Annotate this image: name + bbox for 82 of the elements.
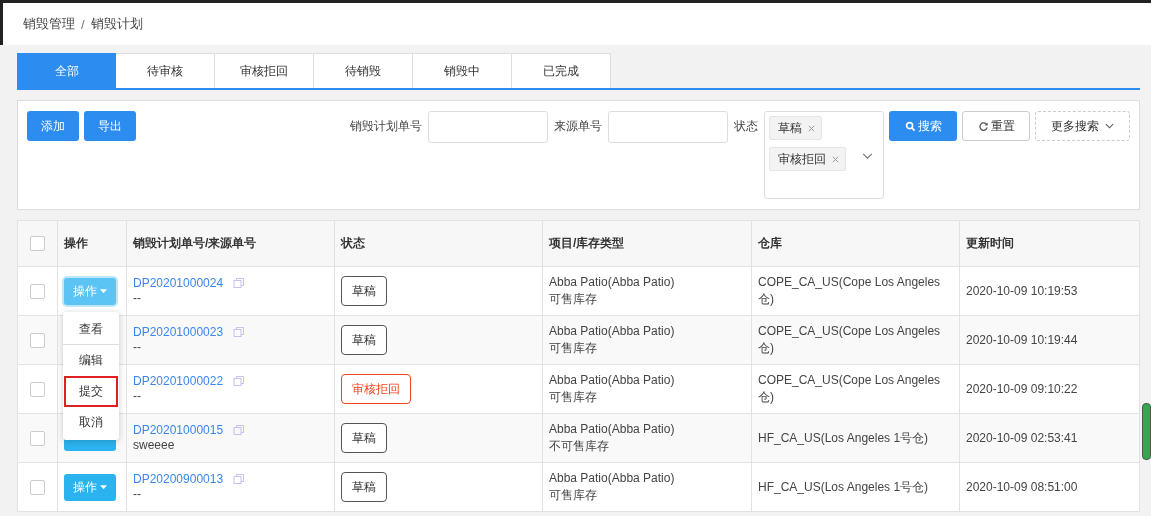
menu-item[interactable]: 取消 xyxy=(63,407,119,438)
caret-icon xyxy=(100,484,107,490)
warehouse-name: COPE_CA_US(Cope Los Angeles 仓) xyxy=(758,372,942,406)
input-field[interactable] xyxy=(428,111,548,143)
chevron-icon xyxy=(1105,123,1114,129)
refresh-icon xyxy=(977,120,989,132)
menu-item[interactable]: 编辑 xyxy=(63,345,119,376)
project-name: Abba Patio(Abba Patio) xyxy=(549,421,676,438)
input-field[interactable] xyxy=(608,111,728,143)
tab[interactable]: 已完成 xyxy=(512,53,611,88)
checkbox[interactable] xyxy=(30,381,45,397)
source-number: -- xyxy=(133,289,142,307)
status-tag: 草稿 xyxy=(341,472,387,502)
copy-icon[interactable] xyxy=(233,276,246,289)
checkbox[interactable] xyxy=(30,430,45,446)
status-tag: 草稿 xyxy=(341,276,387,306)
warehouse-name: HF_CA_US(Los Angeles 1号仓) xyxy=(758,478,930,496)
source-number: sweeee xyxy=(133,436,176,454)
plan-number-link[interactable]: DP20200900013 xyxy=(133,471,224,486)
column-header: 销毁计划单号/来源单号 xyxy=(126,220,335,267)
update-time: 2020-10-09 02:53:41 xyxy=(966,429,1079,447)
menu-item[interactable]: 提交 xyxy=(64,376,118,407)
tab[interactable]: 待审核 xyxy=(116,53,215,88)
plan-number-link[interactable]: DP20201000023 xyxy=(133,324,224,339)
warehouse-name: COPE_CA_US(Cope Los Angeles 仓) xyxy=(758,323,942,357)
tab[interactable]: 审核拒回 xyxy=(215,53,314,88)
status-chip[interactable]: 草稿 xyxy=(769,116,822,140)
source-number: -- xyxy=(133,387,142,405)
column-header: 仓库 xyxy=(751,220,960,267)
field-label: 来源单号 xyxy=(554,118,602,135)
source-number: -- xyxy=(133,485,142,503)
checkbox[interactable] xyxy=(30,332,45,348)
scrollbar[interactable] xyxy=(1142,403,1151,460)
source-number: -- xyxy=(133,338,142,356)
close-icon[interactable] xyxy=(831,154,840,164)
caret-icon xyxy=(100,288,107,294)
breadcrumb-item: 销毁计划 xyxy=(90,15,143,33)
reset-button[interactable]: 重置 xyxy=(962,111,1030,141)
tab[interactable]: 销毁中 xyxy=(413,53,512,88)
copy-icon[interactable] xyxy=(233,374,246,387)
chevron-icon xyxy=(862,153,873,160)
close-icon[interactable] xyxy=(807,123,816,133)
update-time: 2020-10-09 10:19:53 xyxy=(966,282,1079,300)
field-label: 销毁计划单号 xyxy=(350,118,422,135)
copy-icon[interactable] xyxy=(233,325,246,338)
status-select[interactable]: 草稿 审核拒回 xyxy=(764,111,884,199)
tab[interactable]: 待销毁 xyxy=(314,53,413,88)
status-chip[interactable]: 审核拒回 xyxy=(769,147,846,171)
checkbox[interactable] xyxy=(30,283,45,299)
project-name: Abba Patio(Abba Patio) xyxy=(549,323,676,340)
plan-number-link[interactable]: DP20201000022 xyxy=(133,373,224,388)
checkbox[interactable] xyxy=(30,479,45,495)
project-name: Abba Patio(Abba Patio) xyxy=(549,470,676,487)
status-tag: 草稿 xyxy=(341,325,387,355)
search-icon xyxy=(904,120,916,132)
column-header: 项目/库存类型 xyxy=(542,220,752,267)
plan-number-link[interactable]: DP20201000015 xyxy=(133,422,224,437)
project-name: Abba Patio(Abba Patio) xyxy=(549,274,676,291)
stock-type: 可售库存 xyxy=(549,389,598,406)
stock-type: 不可售库存 xyxy=(549,438,610,455)
update-time: 2020-10-09 10:19:44 xyxy=(966,331,1079,349)
project-name: Abba Patio(Abba Patio) xyxy=(549,372,676,389)
status-tag: 审核拒回 xyxy=(341,374,411,404)
stock-type: 可售库存 xyxy=(549,291,598,308)
more-search-button[interactable]: 更多搜索 xyxy=(1035,111,1130,141)
breadcrumb-item: / xyxy=(81,16,85,32)
warehouse-name: COPE_CA_US(Cope Los Angeles 仓) xyxy=(758,274,942,308)
update-time: 2020-10-09 09:10:22 xyxy=(966,380,1079,398)
breadcrumb-item: 销毁管理 xyxy=(23,15,75,33)
update-time: 2020-10-09 08:51:00 xyxy=(966,478,1079,496)
column-header: 操作 xyxy=(57,220,127,267)
copy-icon[interactable] xyxy=(233,472,246,485)
checkbox[interactable] xyxy=(30,236,45,252)
column-header: 更新时间 xyxy=(959,220,1140,267)
column-header: 状态 xyxy=(334,220,543,267)
warehouse-name: HF_CA_US(Los Angeles 1号仓) xyxy=(758,429,930,447)
stock-type: 可售库存 xyxy=(549,487,598,504)
status-tag: 草稿 xyxy=(341,423,387,453)
copy-icon[interactable] xyxy=(233,423,246,436)
stock-type: 可售库存 xyxy=(549,340,598,357)
field-label: 状态 xyxy=(734,118,758,135)
plan-number-link[interactable]: DP20201000024 xyxy=(133,275,224,290)
